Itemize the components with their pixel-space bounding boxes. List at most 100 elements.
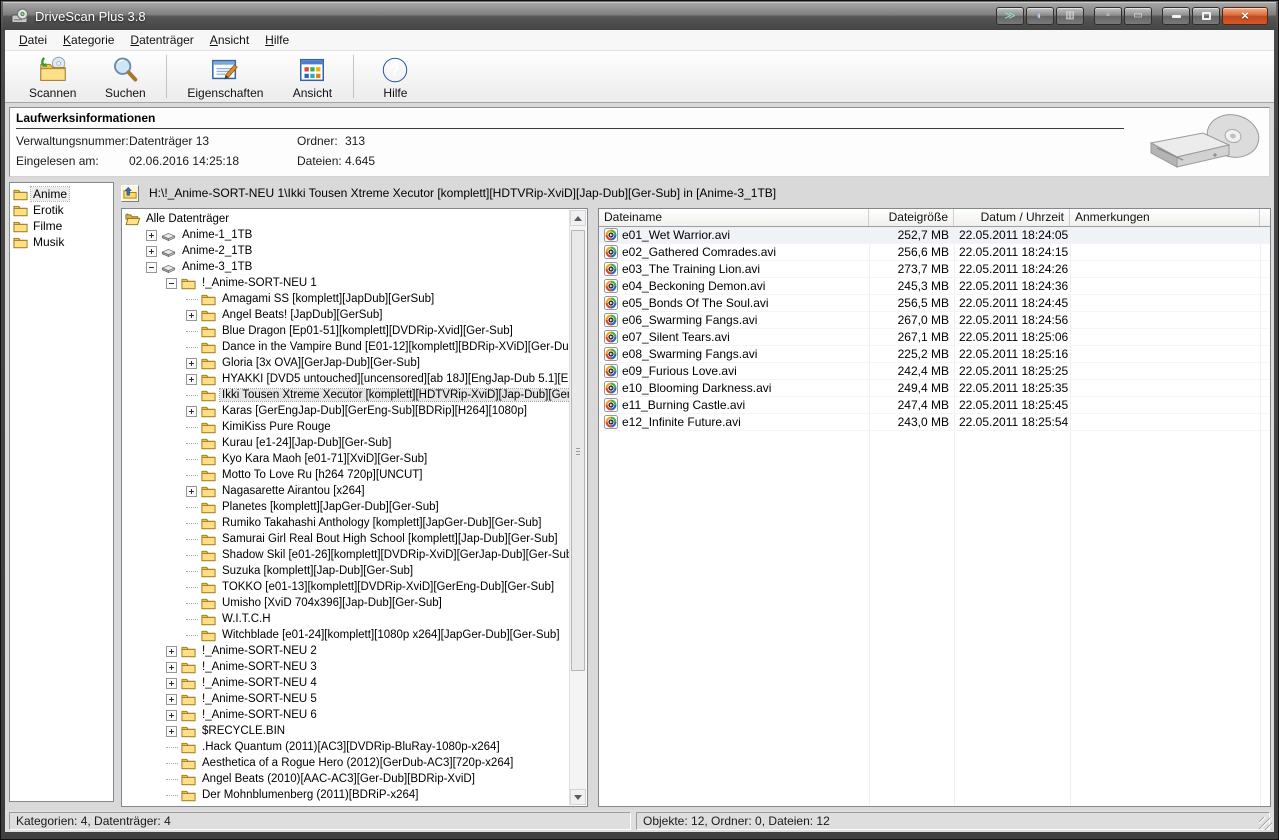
scroll-thumb[interactable] [571,230,585,671]
tree-item[interactable]: KimiKiss Pure Rouge [125,419,569,435]
expand-plus-icon[interactable] [166,662,177,673]
table-row[interactable]: e09_Furious Love.avi242,4 MB22.05.2011 1… [599,363,1270,380]
tree-item[interactable]: Kyo Kara Maoh [e01-71][XviD][Ger-Sub] [125,451,569,467]
tree-item[interactable]: !_Anime-SORT-NEU 6 [125,707,569,723]
toolbar-button-suchen[interactable]: Suchen [90,51,160,102]
expand-plus-icon[interactable] [186,406,197,417]
menu-datei[interactable]: Datei [11,31,55,49]
sidebar-item-filme[interactable]: Filme [13,218,113,234]
tree-item[interactable]: Umisho [XviD 704x396][Jap-Dub][Ger-Sub] [125,595,569,611]
expand-plus-icon[interactable] [146,246,157,257]
tree-item[interactable]: Samurai Girl Real Bout High School [komp… [125,531,569,547]
tree-item[interactable]: Gloria [3x OVA][GerJap-Dub][Ger-Sub] [125,355,569,371]
sidebar-item-anime[interactable]: Anime [13,186,113,202]
column-header-anmerkungen[interactable]: Anmerkungen [1070,209,1260,226]
close-button[interactable]: × [1222,7,1268,25]
expand-plus-icon[interactable] [146,230,157,241]
table-row[interactable]: e01_Wet Warrior.avi252,7 MB22.05.2011 18… [599,227,1270,244]
table-row[interactable]: e12_Infinite Future.avi243,0 MB22.05.201… [599,414,1270,431]
table-row[interactable]: e07_Silent Tears.avi267,1 MB22.05.2011 1… [599,329,1270,346]
table-row[interactable]: e02_Gathered Comrades.avi256,6 MB22.05.2… [599,244,1270,261]
tree-item[interactable]: !_Anime-SORT-NEU 4 [125,675,569,691]
collapse-minus-icon[interactable] [146,262,157,273]
scroll-down-button[interactable] [570,789,586,805]
tree-item[interactable]: Der Mohnblumenberg (2011)[BDRiP-x264] [125,787,569,803]
table-row[interactable]: e05_Bonds Of The Soul.avi256,5 MB22.05.2… [599,295,1270,312]
tree-item[interactable]: Aesthetica of a Rogue Hero (2012)[GerDub… [125,755,569,771]
expand-plus-icon[interactable] [166,694,177,705]
tree-item[interactable]: Ikki Tousen Xtreme Xecutor [komplett][HD… [125,387,569,403]
tree-item[interactable]: Planetes [komplett][JapGer-Dub][Ger-Sub] [125,499,569,515]
column-header-dateigr-e[interactable]: Dateigröße [869,209,954,226]
menu-kategorie[interactable]: Kategorie [55,31,122,49]
expand-plus-icon[interactable] [166,710,177,721]
expand-plus-icon[interactable] [186,310,197,321]
tree-item[interactable]: HYAKKI [DVD5 untouched][uncensored][ab 1… [125,371,569,387]
table-row[interactable]: e04_Beckoning Demon.avi245,3 MB22.05.201… [599,278,1270,295]
file-name: e01_Wet Warrior.avi [622,228,730,242]
toolbar-button-ansicht[interactable]: Ansicht [277,51,347,102]
menu-datentr-ger[interactable]: Datenträger [122,31,201,49]
tree-item[interactable]: Amagami SS [komplett][JapDub][GerSub] [125,291,569,307]
tree-item[interactable]: Suzuka [komplett][Jap-Dub][Ger-Sub] [125,563,569,579]
tree-item[interactable]: Shadow Skil [e01-26][komplett][DVDRip-Xv… [125,547,569,563]
window-restore-icon[interactable]: ▫ [1094,7,1122,25]
toolbar-button-hilfe[interactable]: Hilfe [360,51,430,102]
collapse-minus-icon[interactable] [166,278,177,289]
tree-item[interactable]: !_Anime-SORT-NEU 2 [125,643,569,659]
expand-plus-icon[interactable] [186,374,197,385]
table-row[interactable]: e08_Swarming Fangs.avi225,2 MB22.05.2011… [599,346,1270,363]
folder-icon [181,772,196,787]
tree-item[interactable]: W.I.T.C.H [125,611,569,627]
tree-item[interactable]: Anime-1_1TB [125,227,569,243]
media-next-icon[interactable]: ≫ [996,7,1024,25]
menu-hilfe[interactable]: Hilfe [257,31,297,49]
tree-item[interactable]: Blue Dragon [Ep01-51][komplett][DVDRip-X… [125,323,569,339]
toolbar-button-scannen[interactable]: Scannen [15,51,90,102]
maximize-button[interactable] [1192,7,1220,25]
tree-item[interactable] [125,803,569,806]
expand-plus-icon[interactable] [186,358,197,369]
window-panel-icon[interactable]: ▥ [1056,7,1084,25]
resize-grip[interactable] [1259,817,1272,830]
tree-item[interactable]: $RECYCLE.BIN [125,723,569,739]
tree-item[interactable]: Nagasarette Airantou [x264] [125,483,569,499]
tree-item[interactable]: Angel Beats! [JapDub][GerSub] [125,307,569,323]
tree-item[interactable]: !_Anime-SORT-NEU 1 [125,275,569,291]
window-dock-icon[interactable]: ▭ [1124,7,1152,25]
tree-item[interactable]: Angel Beats (2010)[AAC-AC3][Ger-Dub][BDR… [125,771,569,787]
tree-item[interactable]: !_Anime-SORT-NEU 5 [125,691,569,707]
tree-item[interactable]: Anime-3_1TB [125,259,569,275]
toolbar-button-eigenschaften[interactable]: Eigenschaften [173,51,277,102]
tree-item[interactable]: Witchblade [e01-24][komplett][1080p x264… [125,627,569,643]
expand-plus-icon[interactable] [186,486,197,497]
table-row[interactable]: e11_Burning Castle.avi247,4 MB22.05.2011… [599,397,1270,414]
expand-plus-icon[interactable] [166,678,177,689]
tree-item[interactable]: Motto To Love Ru [h264 720p][UNCUT] [125,467,569,483]
tree-item[interactable]: Dance in the Vampire Bund [E01-12][kompl… [125,339,569,355]
column-header-datum-uhrzeit[interactable]: Datum / Uhrzeit [954,209,1070,226]
table-row[interactable]: e10_Blooming Darkness.avi249,4 MB22.05.2… [599,380,1270,397]
tree-item[interactable]: .Hack Quantum (2011)[AC3][DVDRip-BluRay-… [125,739,569,755]
tree-item[interactable]: Anime-2_1TB [125,243,569,259]
sidebar-item-erotik[interactable]: Erotik [13,202,113,218]
expand-plus-icon[interactable] [166,726,177,737]
tree-connector [186,475,198,476]
tree-item[interactable]: Karas [GerEngJap-Dub][GerEng-Sub][BDRip]… [125,403,569,419]
tree-item[interactable]: Alle Datenträger [125,211,569,227]
minimize-button[interactable] [1162,7,1190,25]
tree-item[interactable]: Kurau [e1-24][Jap-Dub][Ger-Sub] [125,435,569,451]
column-header-dateiname[interactable]: Dateiname [599,209,869,226]
menu-ansicht[interactable]: Ansicht [202,31,257,49]
tree-item[interactable]: !_Anime-SORT-NEU 3 [125,659,569,675]
field-label: Verwaltungsnummer: [16,134,129,148]
tree-item[interactable]: TOKKO [e01-13][komplett][DVDRip-XviD][Ge… [125,579,569,595]
sidebar-item-musik[interactable]: Musik [13,234,113,250]
expand-plus-icon[interactable] [166,646,177,657]
scroll-up-button[interactable] [570,210,586,226]
table-row[interactable]: e06_Swarming Fangs.avi267,0 MB22.05.2011… [599,312,1270,329]
half-circle-icon[interactable]: ◐ [1026,7,1054,25]
table-row[interactable]: e03_The Training Lion.avi273,7 MB22.05.2… [599,261,1270,278]
tree-scrollbar[interactable] [569,210,586,805]
tree-item[interactable]: Rumiko Takahashi Anthology [komplett][Ja… [125,515,569,531]
